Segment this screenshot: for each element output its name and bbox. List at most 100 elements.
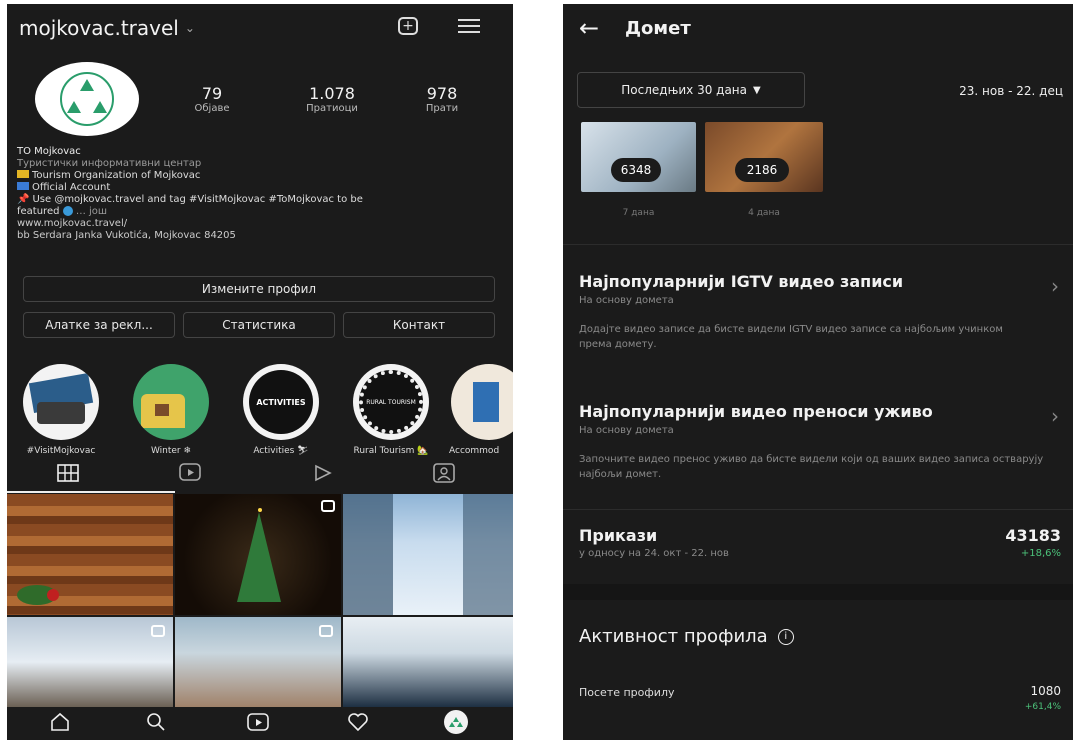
divider — [563, 509, 1073, 510]
highlight-caption: Winter ❄ — [150, 446, 192, 456]
top-post-thumbnail[interactable]: 2186 — [705, 122, 823, 192]
avatar[interactable] — [35, 62, 139, 136]
profile-visits-value: 1080 — [1030, 684, 1061, 698]
post-thumbnail[interactable] — [7, 617, 173, 707]
highlight-winter[interactable]: Winter ❄ — [131, 364, 211, 456]
profile-screen: mojkovac.travel ⌄ + 79 Објаве 1.078 Прат… — [7, 4, 513, 740]
more-link[interactable]: … још — [76, 206, 107, 217]
post-thumbnail[interactable] — [175, 617, 341, 707]
following-stat[interactable]: 978 Прати — [412, 84, 472, 114]
post-thumbnail[interactable] — [175, 494, 341, 615]
chevron-right-icon[interactable]: › — [1051, 404, 1059, 428]
highlight-cover: RURAL TOURISM — [353, 364, 429, 440]
posts-count: 79 — [201, 84, 223, 103]
top-post-thumbnail[interactable]: 6348 — [581, 122, 696, 192]
profile-visits-change: +61,4% — [1024, 702, 1061, 712]
search-icon[interactable] — [141, 710, 171, 734]
laptop-icon — [17, 182, 29, 190]
home-icon[interactable] — [45, 710, 75, 734]
highlight-cover — [23, 364, 99, 440]
post-thumbnail[interactable] — [343, 494, 513, 615]
date-filter-label: Последњих 30 дана — [621, 83, 748, 97]
edit-profile-button[interactable]: Измените профил — [23, 276, 495, 302]
profile-activity-title: Активност профила — [579, 626, 768, 647]
highlight-cover: ACTIVITIES — [243, 364, 319, 440]
date-range: 23. нов - 22. дец — [959, 84, 1063, 98]
post-age: 7 дана — [622, 208, 655, 218]
section-description: Започните видео пренос уживо да бисте ви… — [579, 454, 1044, 480]
chevron-down-icon: ▼ — [753, 84, 761, 96]
bio: TO Mojkovac Туристички информативни цент… — [17, 146, 507, 242]
active-tab-indicator — [7, 491, 175, 493]
contact-button[interactable]: Контакт — [343, 312, 495, 338]
highlight-cover — [133, 364, 209, 440]
followers-label: Пратиоци — [306, 103, 358, 114]
highlight-rural-tourism[interactable]: RURAL TOURISM Rural Tourism 🏡 — [351, 364, 431, 456]
post-age: 4 дана — [748, 208, 780, 218]
top-live-section[interactable]: Најпопуларнији видео преноси уживо На ос… — [579, 402, 1059, 482]
logo-icon — [60, 72, 114, 126]
grid-icon[interactable] — [57, 464, 79, 486]
reels-icon[interactable] — [243, 710, 273, 734]
tagged-icon[interactable] — [433, 463, 455, 487]
profile-category: Туристички информативни центар — [17, 158, 202, 169]
reach-count-badge: 6348 — [611, 158, 661, 182]
chevron-down-icon: ⌄ — [184, 21, 195, 35]
highlight-accommodation[interactable]: Accommod — [449, 364, 513, 456]
highlight-visitmojkovac[interactable]: #VisitMojkovac — [21, 364, 101, 456]
profile-visits-label: Посете профилу — [579, 686, 675, 699]
back-arrow-icon[interactable]: ← — [579, 14, 599, 42]
flag-icon — [17, 170, 29, 178]
section-subtitle: На основу домета — [579, 425, 674, 436]
followers-stat[interactable]: 1.078 Пратиоци — [292, 84, 372, 114]
followers-count: 1.078 — [309, 84, 355, 103]
highlight-cover — [451, 364, 513, 440]
posts-stat[interactable]: 79 Објаве — [182, 84, 242, 114]
highlight-badge: RURAL TOURISM — [359, 370, 423, 434]
post-thumbnail[interactable] — [7, 494, 173, 615]
posts-label: Објаве — [194, 103, 230, 114]
bio-line: Tourism Organization of Mojkovac — [17, 170, 507, 182]
video-tab-icon[interactable] — [313, 464, 333, 486]
bio-line: 📌 Use @mojkovac.travel and tag #VisitMojk… — [17, 194, 363, 205]
profile-activity-header: Активност профила i — [579, 626, 794, 647]
pin-icon: 📌 — [17, 194, 30, 205]
page-title: Домет — [625, 18, 691, 39]
info-icon[interactable]: i — [777, 628, 794, 645]
following-label: Прати — [425, 103, 459, 114]
statistics-button[interactable]: Статистика — [183, 312, 335, 338]
globe-icon — [62, 206, 73, 216]
section-title: Најпопуларнији IGTV видео записи — [579, 272, 904, 291]
highlight-caption: Rural Tourism 🏡 — [353, 446, 429, 456]
highlight-activities[interactable]: ACTIVITIES Activities ⛷ — [241, 364, 321, 456]
bio-line: Official Account — [17, 182, 507, 194]
highlight-caption: #VisitMojkovac — [26, 446, 96, 456]
following-count: 978 — [426, 84, 458, 103]
reel-icon — [319, 625, 333, 637]
profile-icon[interactable] — [441, 710, 471, 734]
impressions-label: Прикази — [579, 526, 658, 545]
username-switcher[interactable]: mojkovac.travel ⌄ — [19, 16, 195, 40]
section-title: Најпопуларнији видео преноси уживо — [579, 402, 933, 421]
menu-icon[interactable] — [458, 19, 480, 33]
post-thumbnail[interactable] — [343, 617, 513, 707]
section-description: Додајте видео записе да бисте видели IGT… — [579, 324, 1003, 350]
reach-insights-screen: ← Домет Последњих 30 дана ▼ 23. нов - 22… — [563, 4, 1073, 740]
username: mojkovac.travel — [19, 16, 179, 40]
reels-tab-icon[interactable] — [179, 462, 201, 486]
divider — [563, 244, 1073, 245]
reach-count-badge: 2186 — [735, 158, 789, 182]
address: bb Serdara Janka Vukotića, Mojkovac 8420… — [17, 230, 236, 241]
profile-name: TO Mojkovac — [17, 146, 81, 157]
impressions-value: 43183 — [1005, 526, 1061, 545]
new-post-icon[interactable]: + — [398, 17, 418, 35]
chevron-right-icon[interactable]: › — [1051, 274, 1059, 298]
website-link[interactable]: www.mojkovac.travel/ — [17, 218, 507, 230]
heart-icon[interactable] — [343, 710, 373, 734]
highlight-caption: Accommod — [449, 446, 500, 456]
section-separator — [563, 584, 1073, 600]
ad-tools-button[interactable]: Алатке за рекл... — [23, 312, 175, 338]
top-igtv-section[interactable]: Најпопуларнији IGTV видео записи На осно… — [579, 272, 1059, 352]
date-filter-dropdown[interactable]: Последњих 30 дана ▼ — [577, 72, 805, 108]
section-subtitle: На основу домета — [579, 295, 674, 306]
